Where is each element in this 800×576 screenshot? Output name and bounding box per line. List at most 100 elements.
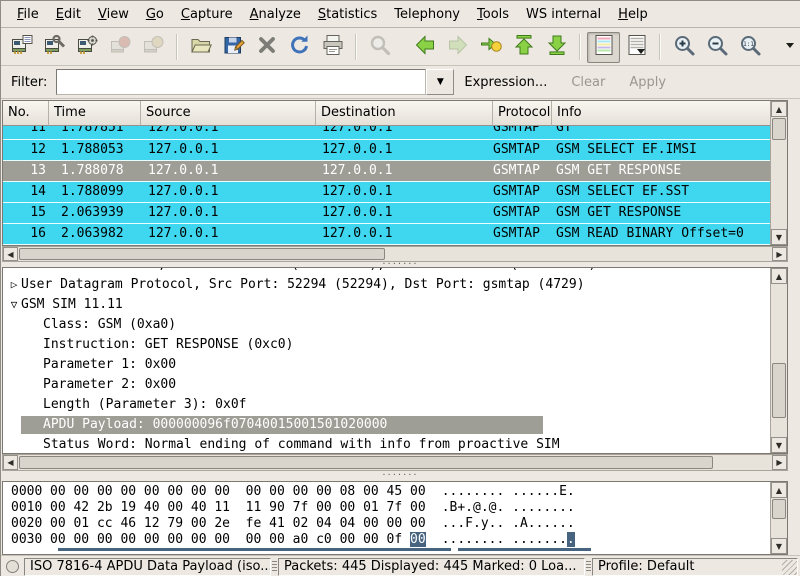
detail-row[interactable]: Status Word: Normal ending of command wi… [3,435,770,453]
table-row[interactable]: 14 1.788099 127.0.0.1 127.0.0.1 GSMTAP G… [3,182,770,203]
zoom-in-button[interactable] [667,32,700,63]
print-button[interactable] [316,32,349,63]
scroll-right-arrow-icon[interactable]: ▶ [772,455,787,470]
scroll-down-arrow-icon[interactable]: ▼ [771,229,787,245]
toolbar-overflow-button[interactable] [780,39,800,55]
scroll-up-arrow-icon[interactable]: ▲ [771,101,787,117]
hex-row[interactable]: 0010 00 42 2b 19 40 00 40 11 11 90 7f 00… [3,500,770,516]
column-header-source[interactable]: Source [141,101,316,126]
scroll-down-arrow-icon[interactable]: ▼ [771,538,787,554]
detail-row[interactable]: ▷User Datagram Protocol, Src Port: 52294… [3,275,770,295]
scroll-up-arrow-icon[interactable]: ▲ [771,268,787,284]
scroll-right-arrow-icon[interactable]: ▶ [772,247,787,261]
scrollbar-thumb[interactable] [19,248,385,260]
go-forward-button [441,32,474,63]
expert-info-icon[interactable] [6,560,19,573]
menu-view[interactable]: View [90,3,137,26]
packet-rows: 11 1.787851 127.0.0.1 127.0.0.1 GSMTAP G… [3,126,770,245]
zoom-out-icon [705,33,729,61]
hex-row[interactable]: 0030 00 00 00 00 00 00 00 00 00 00 a0 c0… [3,532,770,548]
expression-button[interactable]: Expression... [464,75,547,90]
statusbar-grip-icon[interactable] [272,561,277,573]
scrollbar-thumb[interactable] [19,456,713,469]
reload-button[interactable] [283,32,316,63]
scroll-down-arrow-icon[interactable]: ▼ [771,437,787,453]
table-row[interactable]: 16 2.063982 127.0.0.1 127.0.0.1 GSMTAP G… [3,224,770,245]
toolbar-separator [579,34,581,60]
detail-row[interactable]: Parameter 2: 0x00 [3,375,770,395]
find-icon [368,33,392,61]
field-underline [58,548,451,551]
scrollbar-thumb[interactable] [772,499,786,519]
menu-telephony[interactable]: Telephony [386,3,468,26]
zoom-in-icon [672,33,696,61]
scroll-up-arrow-icon[interactable]: ▲ [771,482,787,498]
table-row-selected[interactable]: 13 1.788078 127.0.0.1 127.0.0.1 GSMTAP G… [3,161,770,182]
packet-details-pane: Internet Protocol, Src: 127.0.0.1 (127.0… [2,267,788,454]
filter-bar: Filter: ▼ Expression... Clear Apply [1,66,800,99]
detail-row[interactable]: Length (Parameter 3): 0x0f [3,395,770,415]
hex-row[interactable]: 0000 00 00 00 00 00 00 00 00 00 00 00 00… [3,484,770,500]
go-top-button[interactable] [507,32,540,63]
detail-row[interactable]: Class: GSM (0xa0) [3,315,770,335]
pane-divider[interactable]: ······· [1,471,800,481]
menu-analyze[interactable]: Analyze [242,3,309,26]
go-to-packet-button[interactable] [474,32,507,63]
scroll-left-arrow-icon[interactable]: ◀ [3,455,18,470]
open-file-button[interactable] [184,32,217,63]
menu-statistics[interactable]: Statistics [310,3,385,26]
go-bottom-button[interactable] [540,32,573,63]
scroll-left-arrow-icon[interactable]: ◀ [3,247,18,261]
selected-ascii-char[interactable]: . [567,532,575,547]
menu-help[interactable]: Help [610,3,656,26]
details-vscrollbar[interactable]: ▲ ▼ [770,268,787,453]
filter-input[interactable] [56,69,426,95]
details-hscrollbar[interactable]: ◀ ▶ [2,454,788,471]
table-row[interactable]: 12 1.788053 127.0.0.1 127.0.0.1 GSMTAP G… [3,140,770,161]
hex-row[interactable]: 0020 00 01 cc 46 12 79 00 2e fe 41 02 04… [3,516,770,532]
list-interfaces-button[interactable] [5,32,38,63]
capture-options-button[interactable] [38,32,71,63]
column-header-protocol[interactable]: Protocol [493,101,552,126]
expander-expanded-icon[interactable]: ▽ [7,295,21,315]
scrollbar-thumb[interactable] [772,363,786,418]
statusbar-grip-icon[interactable] [586,561,591,573]
capture-restart-icon [142,33,166,61]
zoom-100-button[interactable]: 1:1 [733,32,766,63]
menu-capture[interactable]: Capture [173,3,241,26]
close-file-button[interactable] [250,32,283,63]
auto-scroll-button[interactable] [620,32,653,63]
hex-dump-pane: 0000 00 00 00 00 00 00 00 00 00 00 00 00… [2,481,788,555]
detail-row[interactable]: Instruction: GET RESPONSE (0xc0) [3,335,770,355]
menu-tools[interactable]: Tools [469,3,517,26]
column-header-no[interactable]: No. [3,101,49,126]
column-header-info[interactable]: Info [552,101,770,126]
capture-start-button[interactable] [71,32,104,63]
hex-vscrollbar[interactable]: ▲ ▼ [770,482,787,554]
filter-dropdown-button[interactable]: ▼ [426,69,454,95]
go-back-button[interactable] [408,32,441,63]
window-resize-grip[interactable] [782,560,797,575]
menu-ws-internal[interactable]: WS internal [518,3,609,26]
column-header-destination[interactable]: Destination [316,101,493,126]
menu-go[interactable]: Go [138,3,172,26]
filter-label[interactable]: Filter: [1,75,56,90]
colorize-button[interactable] [587,32,620,63]
menu-edit[interactable]: Edit [48,3,89,26]
table-row-partial[interactable]: 11 1.787851 127.0.0.1 127.0.0.1 GSMTAP G… [3,126,770,140]
detail-row[interactable]: Parameter 1: 0x00 [3,355,770,375]
detail-row-clipped[interactable]: Internet Protocol, Src: 127.0.0.1 (127.0… [3,268,770,275]
packet-list-vscrollbar[interactable]: ▲ ▼ [770,101,787,245]
go-top-icon [512,33,536,61]
menu-file[interactable]: File [9,3,47,26]
save-file-button[interactable] [217,32,250,63]
selected-hex-byte[interactable]: 00 [410,532,426,547]
apply-button: Apply [629,75,666,90]
detail-row[interactable]: ▽GSM SIM 11.11 [3,295,770,315]
detail-row-selected[interactable]: APDU Payload: 000000096f0704001500150102… [3,415,770,435]
expander-collapsed-icon[interactable]: ▷ [7,275,21,295]
table-row[interactable]: 15 2.063939 127.0.0.1 127.0.0.1 GSMTAP G… [3,203,770,224]
zoom-out-button[interactable] [700,32,733,63]
column-header-time[interactable]: Time [49,101,141,126]
scrollbar-thumb[interactable] [772,118,786,140]
